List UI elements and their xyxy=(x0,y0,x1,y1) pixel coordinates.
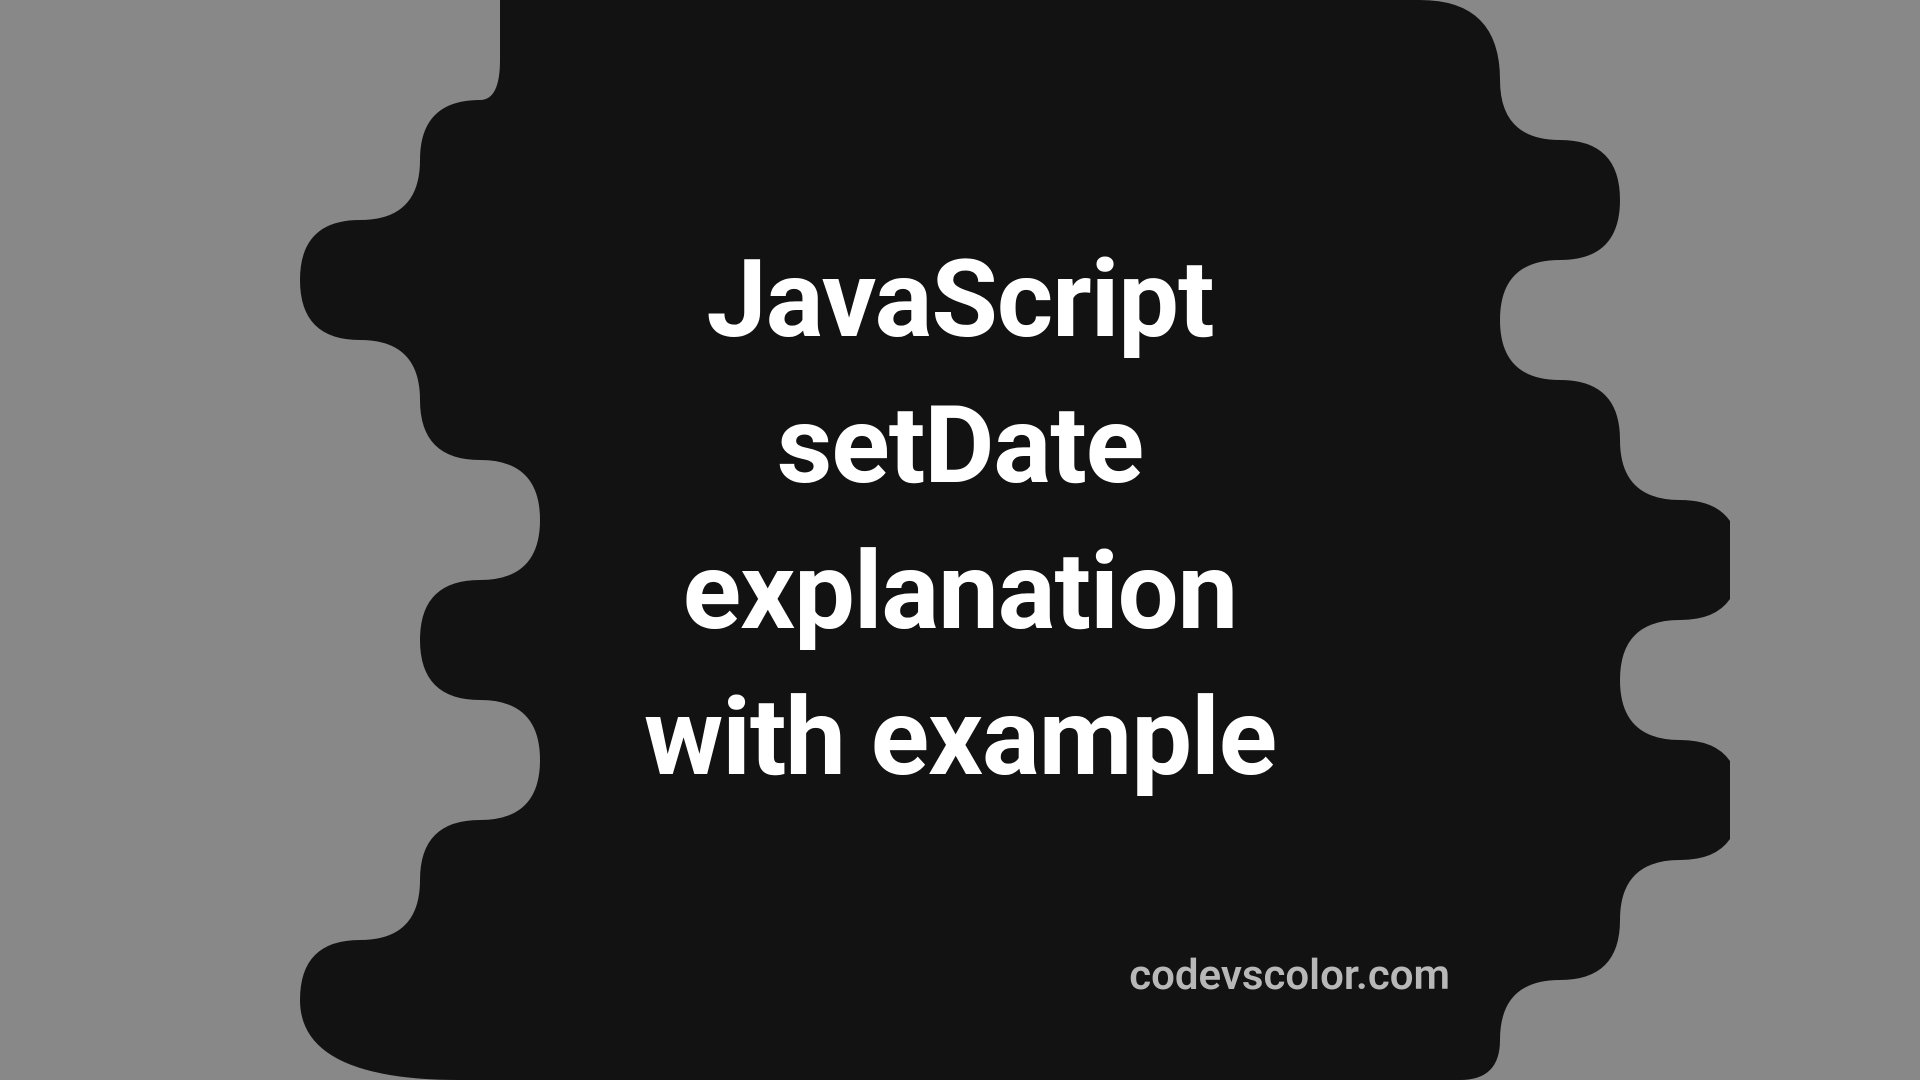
title-line-2: setDate xyxy=(644,374,1276,520)
title-line-4: with example xyxy=(644,666,1276,812)
site-label: codevscolor.com xyxy=(1129,951,1450,1000)
banner-card: JavaScript setDate explanation with exam… xyxy=(190,0,1730,1080)
banner-title: JavaScript setDate explanation with exam… xyxy=(644,228,1276,811)
content-area: JavaScript setDate explanation with exam… xyxy=(190,0,1730,1080)
title-line-3: explanation xyxy=(644,520,1276,666)
title-line-1: JavaScript xyxy=(644,228,1276,374)
